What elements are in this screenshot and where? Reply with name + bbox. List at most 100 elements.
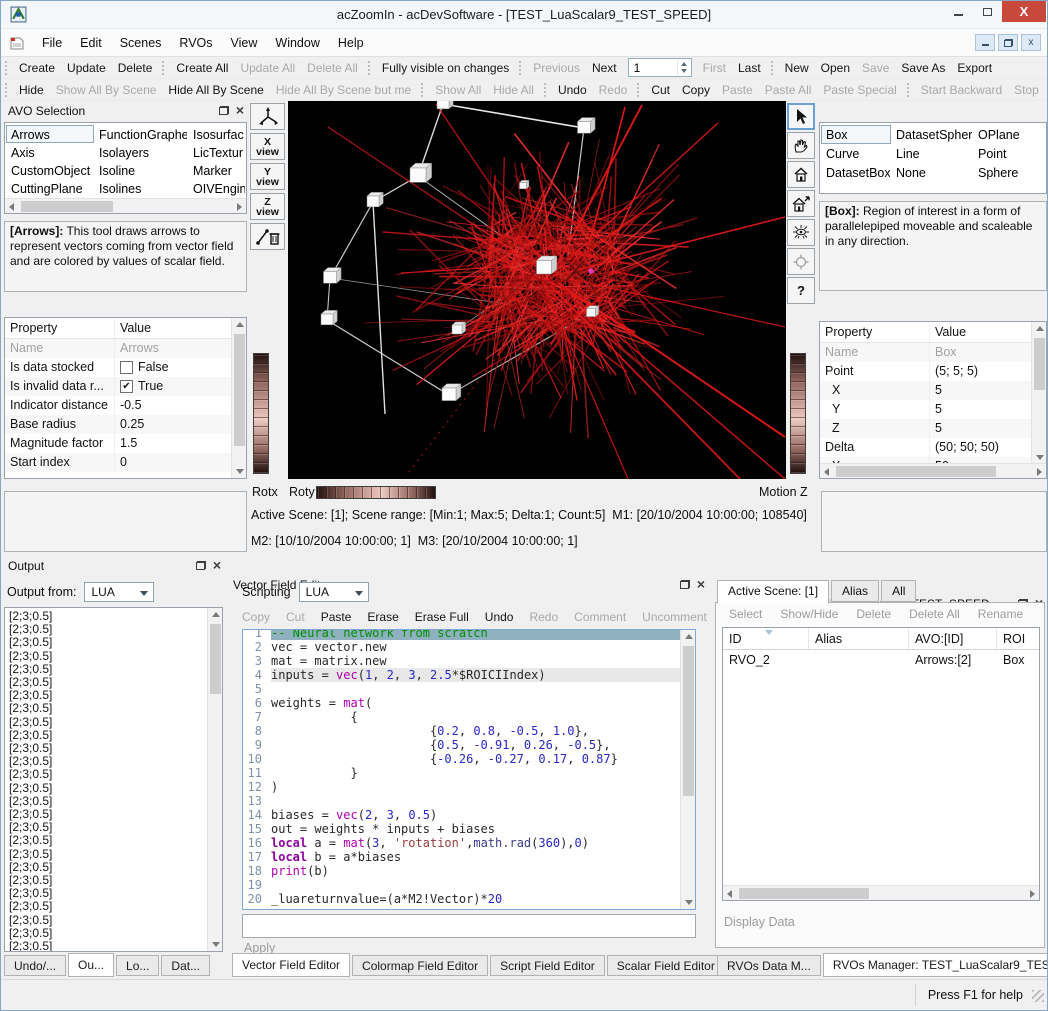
code-line-7[interactable]: 7 {: [243, 710, 680, 724]
code-line-12[interactable]: 12): [243, 780, 680, 794]
list-item-isosurfac[interactable]: Isosurfac: [188, 125, 246, 143]
toolbar-grip[interactable]: [907, 83, 910, 97]
toolbar-grip[interactable]: [162, 61, 165, 75]
undo-button[interactable]: Undo: [552, 82, 593, 98]
new-button[interactable]: New: [779, 60, 815, 76]
code-line-6[interactable]: 6weights = mat(: [243, 696, 680, 710]
code-line-2[interactable]: 2vec = vector.new: [243, 640, 680, 654]
set-home-button[interactable]: [787, 190, 815, 217]
list-item-datasetbox[interactable]: DatasetBox: [821, 163, 891, 182]
code-line-9[interactable]: 9 {0.5, -0.91, 0.26, -0.5},: [243, 738, 680, 752]
toolbar-grip[interactable]: [368, 61, 371, 75]
hide-button[interactable]: Hide: [13, 82, 50, 98]
pick-arrow-button[interactable]: [787, 103, 815, 130]
property-value[interactable]: (5; 5; 5): [930, 362, 1031, 381]
header-property[interactable]: Property: [5, 318, 115, 338]
code-line-10[interactable]: 10 {-0.26, -0.27, 0.17, 0.87}: [243, 752, 680, 766]
editor-command-input[interactable]: [242, 914, 696, 938]
editor-vscrollbar[interactable]: [680, 630, 695, 909]
toolbar-grip[interactable]: [544, 83, 547, 97]
toolbar-grip[interactable]: [637, 83, 640, 97]
viewport-3d[interactable]: [288, 101, 786, 479]
list-item-marker[interactable]: Marker: [188, 161, 246, 179]
erase-full-button[interactable]: Erase Full: [407, 609, 477, 625]
code-line-17[interactable]: 17local b = a*biases: [243, 850, 680, 864]
float-panel-icon[interactable]: [219, 106, 229, 115]
code-line-19[interactable]: 19: [243, 878, 680, 892]
list-item-line[interactable]: Line: [891, 144, 973, 163]
last-button[interactable]: Last: [732, 60, 767, 76]
menu-window[interactable]: Window: [266, 29, 328, 56]
code-editor[interactable]: 1-- Neural network from scratch2vec = ve…: [242, 629, 696, 910]
tab-all[interactable]: All: [881, 580, 916, 602]
checkbox-unchecked-icon[interactable]: [120, 361, 133, 374]
list-item-isolayers[interactable]: Isolayers: [94, 143, 188, 161]
code-line-16[interactable]: 16local a = mat(3, 'rotation',math.rad(3…: [243, 836, 680, 850]
create-all-button[interactable]: Create All: [170, 60, 234, 76]
header-value[interactable]: Value: [930, 322, 1031, 342]
mdi-restore-button[interactable]: [998, 34, 1018, 51]
property-value[interactable]: 5: [930, 400, 1031, 419]
start-forward-button[interactable]: Start Forward: [1045, 82, 1047, 98]
z-view-button[interactable]: Z view: [250, 193, 285, 220]
avo-selection-hscrollbar[interactable]: [5, 198, 246, 213]
float-panel-icon[interactable]: [680, 580, 690, 589]
viewer-help-button[interactable]: ?: [787, 277, 815, 304]
header-property[interactable]: Property: [820, 322, 930, 342]
property-value[interactable]: 5: [930, 381, 1031, 400]
measure-delete-button[interactable]: [250, 223, 285, 250]
menu-scenes[interactable]: Scenes: [111, 29, 171, 56]
tab-vector-field-editor[interactable]: Vector Field Editor: [232, 953, 350, 977]
home-button[interactable]: [787, 161, 815, 188]
x-view-button[interactable]: X view: [250, 133, 285, 160]
list-item-curve[interactable]: Curve: [821, 144, 891, 163]
next-button[interactable]: Next: [586, 60, 623, 76]
scripting-language-dropdown[interactable]: LUA: [299, 582, 369, 602]
list-item-point[interactable]: Point: [973, 144, 1045, 163]
rvos-header-roi[interactable]: ROI: [997, 628, 1040, 649]
fully-visible-on-changes-button[interactable]: Fully visible on changes: [376, 60, 515, 76]
export-button[interactable]: Export: [951, 60, 998, 76]
axes-view-button[interactable]: [250, 103, 285, 130]
rvos-header-id[interactable]: ID: [723, 628, 809, 649]
right-thumbwheel[interactable]: [790, 353, 806, 474]
rvos-header-avo-id[interactable]: AVO:[ID]: [909, 628, 997, 649]
list-item-isolines[interactable]: Isolines: [94, 179, 188, 197]
property-value[interactable]: -0.5: [115, 396, 231, 415]
rvos-hscrollbar[interactable]: [723, 885, 1039, 900]
header-value[interactable]: Value: [115, 318, 231, 338]
delete-button[interactable]: Delete: [112, 60, 159, 76]
bottom-thumbwheel[interactable]: [316, 486, 436, 499]
roi-properties-hscrollbar[interactable]: [820, 463, 1046, 478]
rvos-header-alias[interactable]: Alias: [809, 628, 909, 649]
menu-file[interactable]: File: [33, 29, 71, 56]
tab-ou[interactable]: Ou...: [68, 953, 114, 977]
close-panel-icon[interactable]: ×: [236, 105, 244, 115]
list-item-isoline[interactable]: Isoline: [94, 161, 188, 179]
code-line-8[interactable]: 8 {0.2, 0.8, -0.5, 1.0},: [243, 724, 680, 738]
property-value[interactable]: ✔True: [115, 377, 231, 396]
close-panel-icon[interactable]: ×: [697, 579, 705, 589]
property-value[interactable]: 5: [930, 419, 1031, 438]
minimize-button[interactable]: [944, 1, 973, 22]
left-thumbwheel[interactable]: [253, 353, 269, 474]
hide-all-by-scene-button[interactable]: Hide All By Scene: [162, 82, 269, 98]
list-item-none[interactable]: None: [891, 163, 973, 182]
toolbar-grip[interactable]: [5, 61, 8, 75]
output-list[interactable]: [2;3;0.5][2;3;0.5][2;3;0.5][2;3;0.5][2;3…: [4, 607, 223, 952]
code-line-11[interactable]: 11 }: [243, 766, 680, 780]
property-value[interactable]: 0.25: [115, 415, 231, 434]
tab-active-scene-1[interactable]: Active Scene: [1]: [717, 580, 829, 604]
undo-button[interactable]: Undo: [477, 609, 522, 625]
list-item-functiongrapher[interactable]: FunctionGrapher: [94, 125, 188, 143]
code-line-15[interactable]: 15out = weights * inputs + biases: [243, 822, 680, 836]
list-item-oplane[interactable]: OPlane: [973, 125, 1045, 144]
pan-hand-button[interactable]: [787, 132, 815, 159]
list-item-datasetsphere[interactable]: DatasetSphere: [891, 125, 973, 144]
toolbar-grip[interactable]: [5, 83, 8, 97]
rotx-label[interactable]: Rotx: [252, 485, 278, 499]
list-item-cuttingplane[interactable]: CuttingPlane: [6, 179, 94, 197]
list-item-lictextur[interactable]: LicTextur: [188, 143, 246, 161]
tab-lo[interactable]: Lo...: [116, 955, 159, 976]
property-value[interactable]: (50; 50; 50): [930, 438, 1031, 457]
